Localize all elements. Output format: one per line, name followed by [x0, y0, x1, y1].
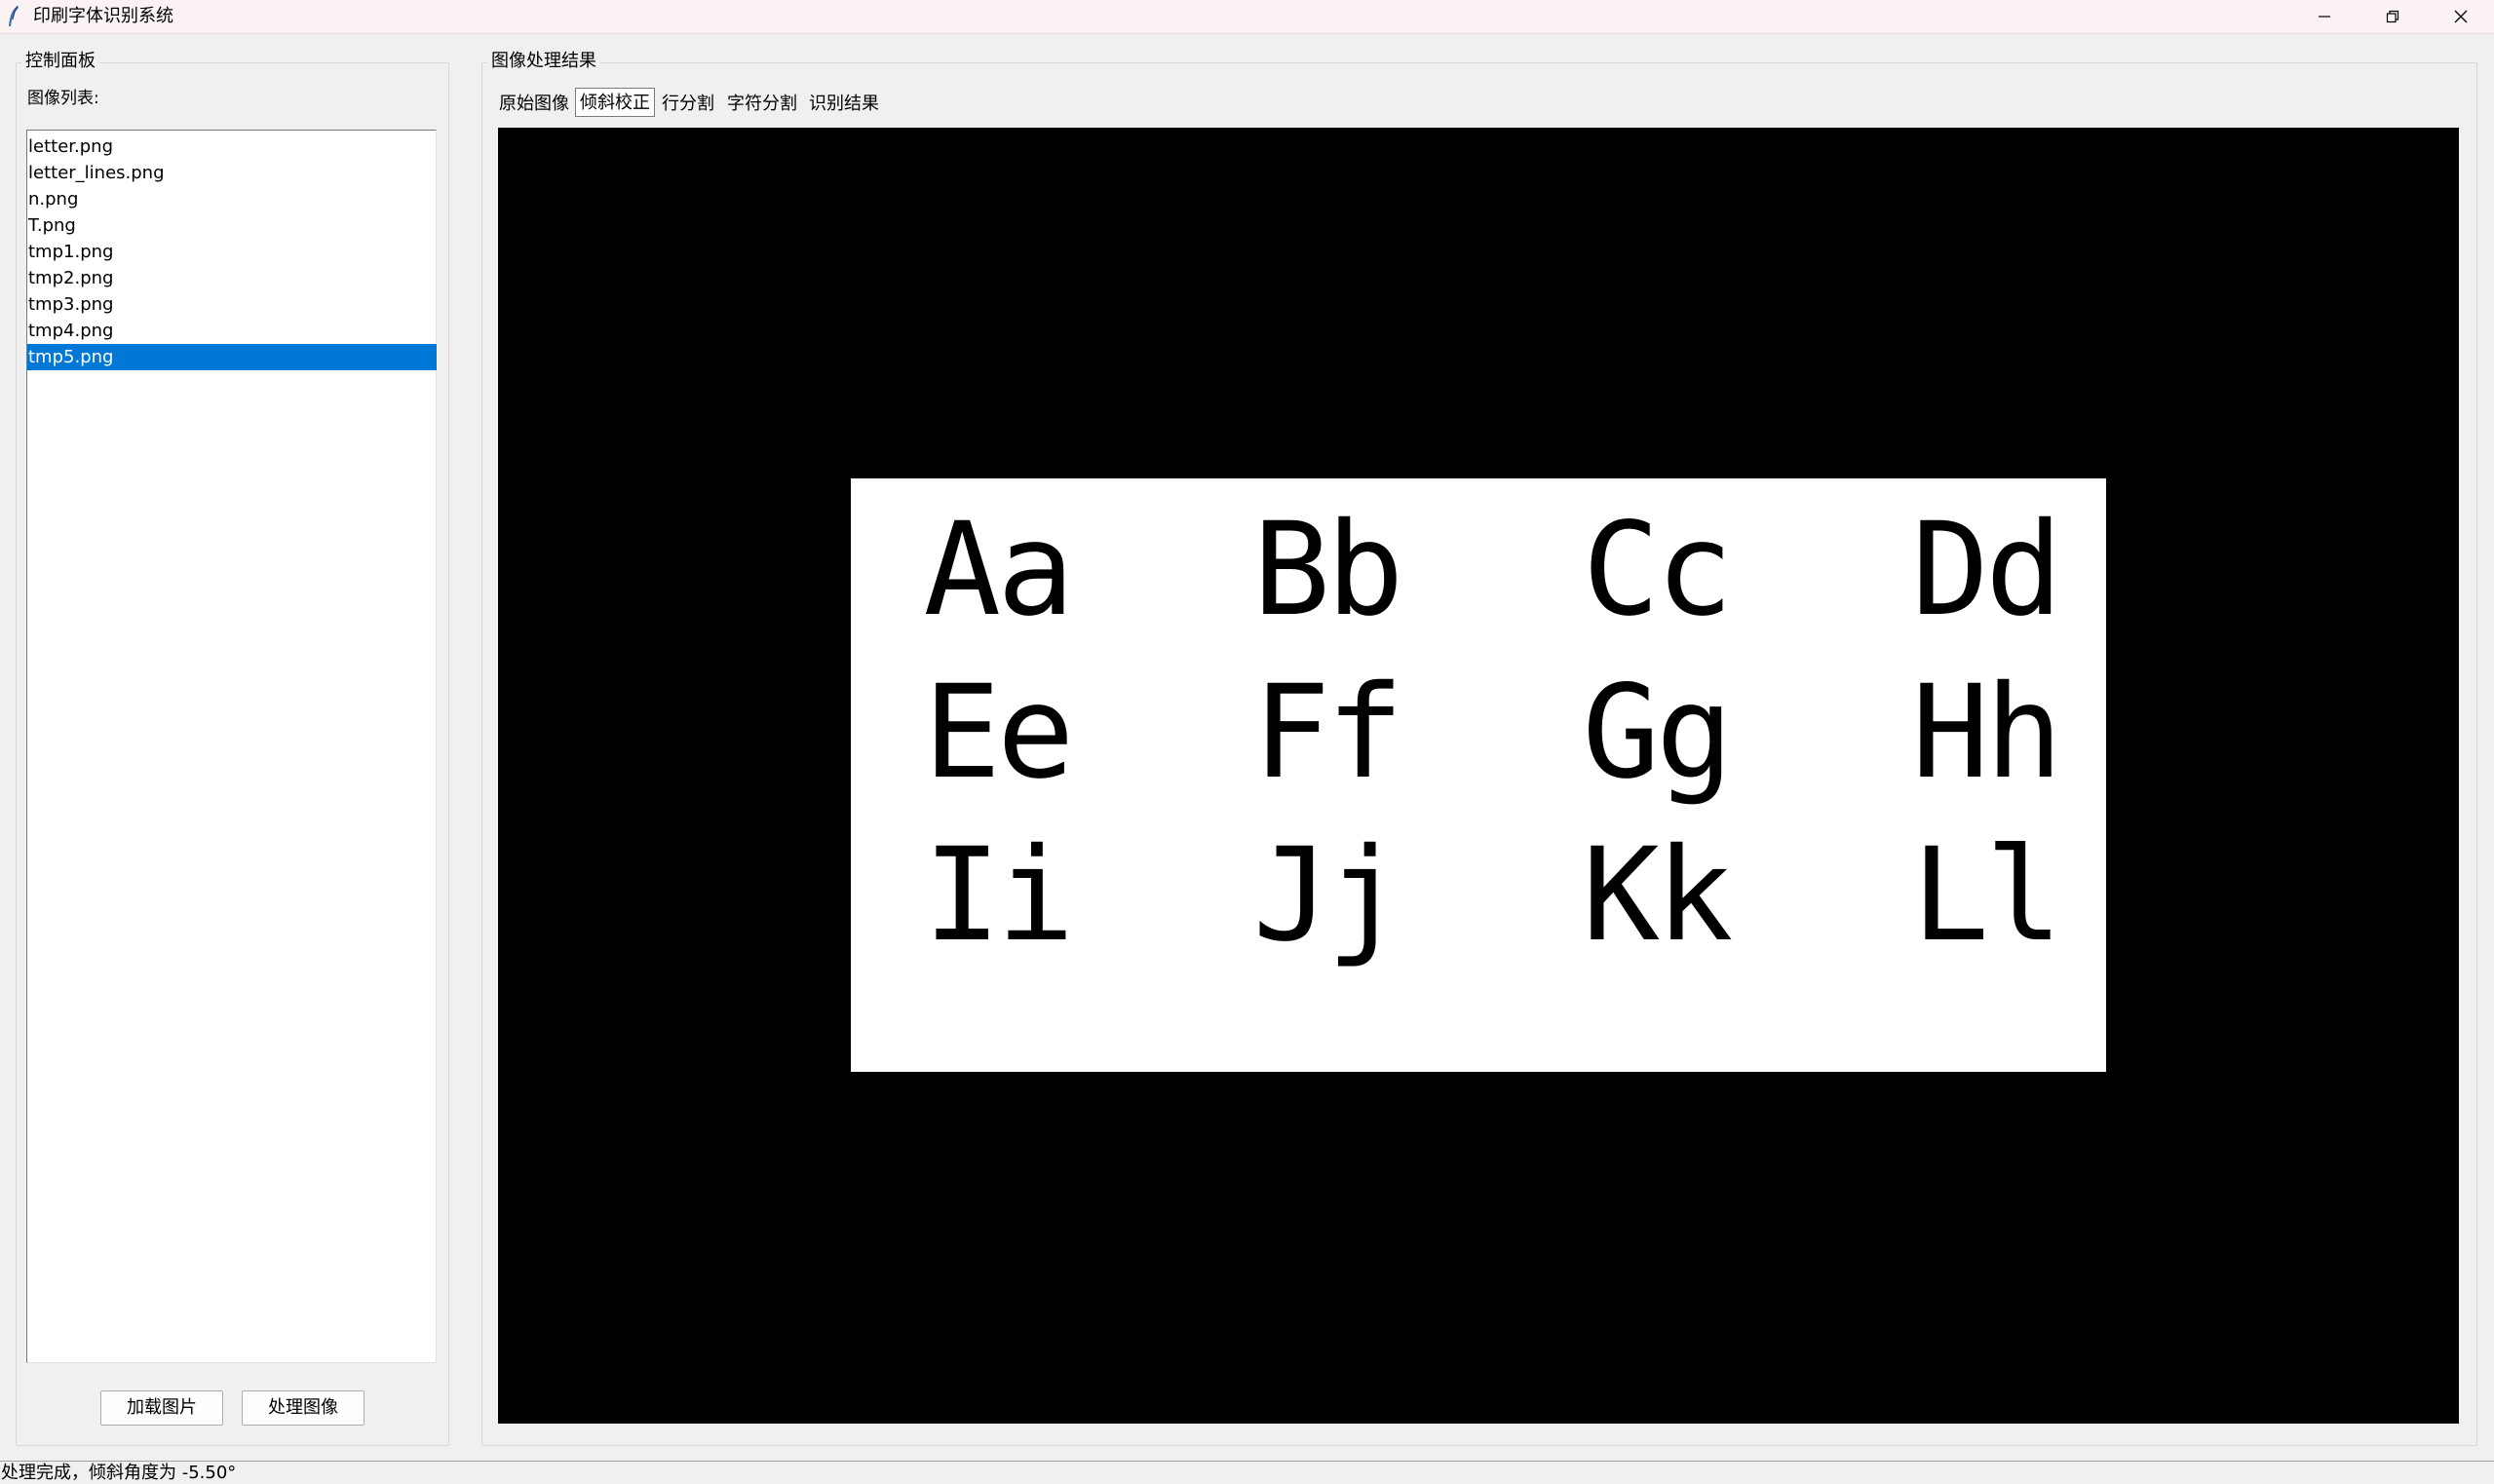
glyph: Ee — [923, 658, 1075, 808]
glyph: Ii — [923, 820, 1075, 970]
restore-button[interactable] — [2359, 0, 2427, 33]
title-bar: 印刷字体识别系统 — [0, 0, 2494, 34]
list-item[interactable]: tmp4.png — [27, 318, 437, 344]
status-text: 处理完成，倾斜角度为 -5.50° — [1, 1463, 237, 1483]
list-item[interactable]: T.png — [27, 212, 437, 239]
list-item[interactable]: n.png — [27, 186, 437, 212]
process-image-button[interactable]: 处理图像 — [242, 1390, 365, 1426]
control-panel-title: 控制面板 — [21, 51, 99, 72]
glyph: Cc — [1582, 495, 1734, 645]
load-image-button[interactable]: 加载图片 — [100, 1390, 223, 1426]
list-item[interactable]: tmp3.png — [27, 291, 437, 318]
close-icon — [2454, 10, 2468, 23]
glyph: Kk — [1582, 820, 1734, 970]
glyph: Bb — [1252, 495, 1404, 645]
tab-skew-correction[interactable]: 倾斜校正 — [575, 88, 655, 117]
image-list-label: 图像列表: — [27, 89, 99, 108]
feather-icon — [9, 5, 19, 26]
result-image-canvas: Aa Bb Cc Dd Ee Ff Gg Hh Ii Jj Kk Ll — [498, 128, 2459, 1424]
glyph: Gg — [1582, 658, 1734, 808]
tab-original-image[interactable]: 原始图像 — [495, 90, 573, 119]
glyph: Jj — [1252, 820, 1404, 970]
glyph: Ll — [1911, 820, 2063, 970]
list-item[interactable]: letter_lines.png — [27, 160, 437, 186]
glyph: Hh — [1911, 658, 2063, 808]
list-item-selected[interactable]: tmp5.png — [27, 344, 437, 370]
list-item[interactable]: tmp2.png — [27, 265, 437, 291]
restore-icon — [2386, 10, 2399, 23]
tab-recognition-result[interactable]: 识别结果 — [805, 90, 883, 119]
list-item[interactable]: letter.png — [27, 133, 437, 160]
glyph: Ff — [1252, 658, 1404, 808]
image-listbox[interactable]: letter.png letter_lines.png n.png T.png … — [26, 130, 437, 1363]
tab-character-segmentation[interactable]: 字符分割 — [723, 90, 801, 119]
minimize-icon — [2319, 16, 2330, 18]
list-item[interactable]: tmp1.png — [27, 239, 437, 265]
glyph: Aa — [923, 495, 1075, 645]
minimize-button[interactable] — [2290, 0, 2359, 33]
close-button[interactable] — [2427, 0, 2494, 33]
processed-letter-image: Aa Bb Cc Dd Ee Ff Gg Hh Ii Jj Kk Ll — [851, 478, 2106, 1072]
window-title: 印刷字体识别系统 — [33, 6, 173, 26]
status-bar: 处理完成，倾斜角度为 -5.50° — [0, 1461, 2494, 1484]
glyph: Dd — [1911, 495, 2063, 645]
result-panel-title: 图像处理结果 — [487, 51, 600, 72]
tab-line-segmentation[interactable]: 行分割 — [658, 90, 718, 119]
